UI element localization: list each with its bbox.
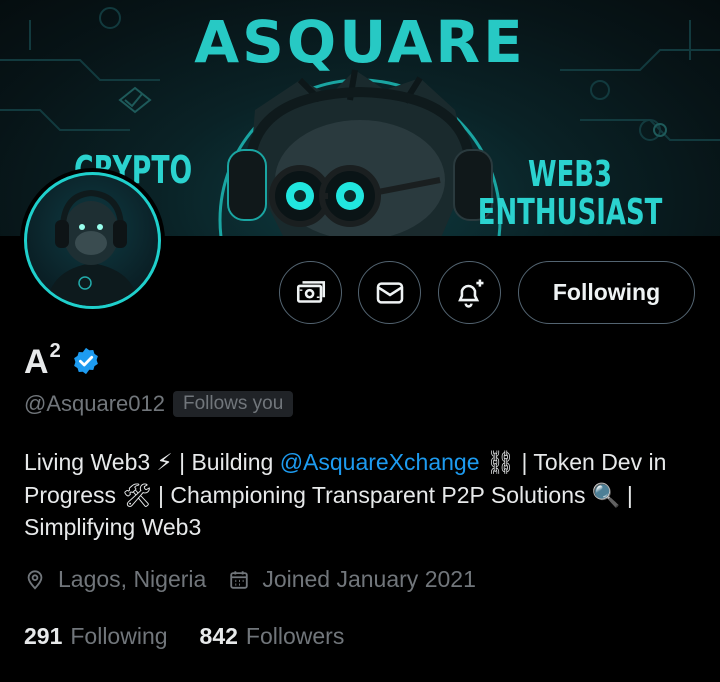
- profile-meta: Lagos, Nigeria Joined January 2021: [24, 566, 498, 593]
- verified-badge-icon[interactable]: [71, 346, 101, 376]
- display-name: A2: [24, 340, 61, 382]
- location-item: Lagos, Nigeria: [24, 566, 206, 593]
- name-row: A2: [24, 340, 101, 382]
- tip-button[interactable]: [279, 261, 342, 324]
- location-text: Lagos, Nigeria: [58, 566, 207, 592]
- display-name-superscript: 2: [49, 340, 61, 362]
- message-button[interactable]: [358, 261, 421, 324]
- mail-icon: [376, 281, 403, 304]
- followers-count: 842: [199, 623, 238, 649]
- banner-title: ASQUARE: [194, 8, 526, 76]
- user-handle: @Asquare012: [24, 391, 165, 416]
- banner-right-line2: ENTHUSIAST: [477, 192, 662, 233]
- bell-plus-icon: [457, 279, 483, 308]
- following-label: Following: [70, 623, 168, 649]
- avatar-image: [24, 172, 161, 309]
- joined-item: Joined January 2021: [228, 566, 476, 593]
- followers-label: Followers: [245, 623, 345, 649]
- bio-text-1: Living Web3 ⚡ | Building: [24, 449, 280, 475]
- profile-stats: 291 Following 842 Followers: [24, 623, 376, 650]
- bio-mention-link[interactable]: @AsquareXchange: [280, 449, 480, 475]
- banner-right-line1: WEB3: [527, 154, 612, 195]
- money-icon: [296, 280, 325, 303]
- following-stat-link[interactable]: 291 Following: [24, 623, 168, 650]
- notify-button[interactable]: [438, 261, 501, 324]
- avatar[interactable]: [20, 168, 165, 313]
- following-count: 291: [24, 623, 63, 649]
- profile-bio: Living Web3 ⚡ | Building @AsquareXchange…: [24, 446, 704, 544]
- followers-stat-link[interactable]: 842 Followers: [200, 623, 345, 650]
- following-button[interactable]: Following: [518, 261, 695, 324]
- location-pin-icon: [27, 569, 43, 590]
- display-name-text: A: [24, 343, 49, 381]
- banner-right-text: WEB3 ENTHUSIAST: [477, 156, 662, 232]
- calendar-icon: [230, 570, 249, 589]
- avatar-art: [47, 189, 139, 306]
- handle-row: @Asquare012 Follows you: [24, 391, 294, 417]
- joined-text: Joined January 2021: [262, 566, 476, 592]
- follows-you-badge: Follows you: [172, 391, 294, 417]
